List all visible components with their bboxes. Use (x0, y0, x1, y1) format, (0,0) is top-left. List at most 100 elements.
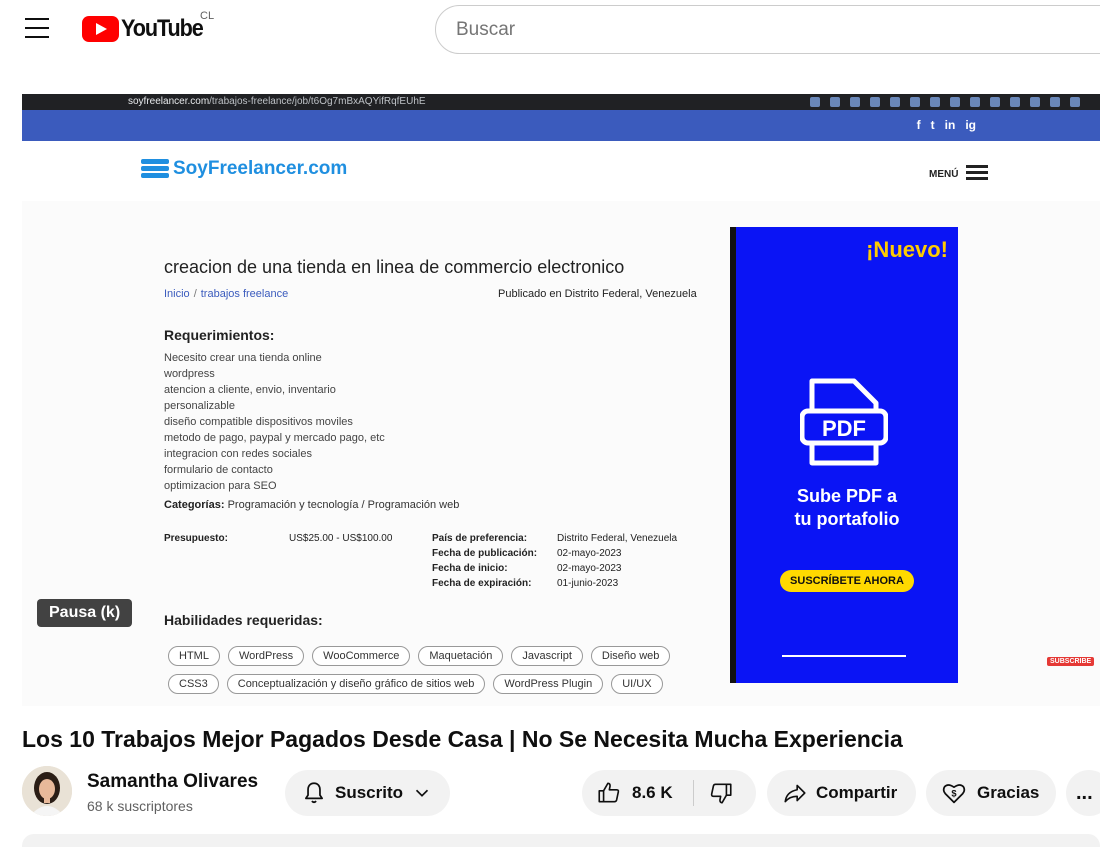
site-menu-icon (966, 165, 989, 183)
thumbs-up-icon (598, 782, 620, 803)
video-title: Los 10 Trabajos Mejor Pagados Desde Casa… (22, 726, 903, 752)
dislike-button[interactable] (694, 780, 734, 806)
linkedin-icon: in (944, 118, 956, 132)
detail-label: Fecha de inicio: (432, 563, 508, 574)
skill-chip: Javascript (511, 646, 583, 666)
more-actions-button[interactable]: ... (1066, 770, 1100, 816)
search-input[interactable] (435, 5, 1100, 54)
detail-label: Fecha de publicación: (432, 548, 538, 559)
site-menu: MENÚ (929, 165, 989, 183)
published-location: Publicado en Distrito Federal, Venezuela (498, 288, 697, 300)
more-icon: ... (1076, 781, 1093, 804)
detail-value: 02-mayo-2023 (557, 548, 622, 559)
skill-chip: WooCommerce (312, 646, 411, 666)
subscriber-count: 68 k suscriptores (87, 798, 193, 814)
promo-divider (782, 655, 906, 657)
list-item: personalizable (164, 400, 235, 412)
promo-text-line: tu portafolio (794, 509, 900, 529)
pause-tooltip: Pausa (k) (37, 599, 133, 627)
country-code: CL (200, 10, 215, 22)
list-item: wordpress (164, 368, 215, 380)
breadcrumb-home: Inicio (164, 288, 190, 300)
requirements-list: Necesito crear una tienda online wordpre… (164, 350, 385, 494)
skill-chip: Conceptualización y diseño gráfico de si… (226, 674, 486, 694)
thanks-label: Gracias (977, 783, 1040, 802)
details-labels: País de preferencia: Fecha de publicació… (432, 531, 537, 591)
svg-text:$: $ (951, 789, 957, 799)
bell-icon (305, 782, 323, 804)
thanks-button[interactable]: $ Gracias (926, 770, 1056, 816)
budget-label: Presupuesto: (164, 533, 228, 544)
youtube-play-icon (82, 16, 119, 42)
requirements-heading: Requerimientos: (164, 327, 275, 343)
skill-chip: UI/UX (611, 674, 663, 694)
detail-label: País de preferencia: (432, 533, 528, 544)
url-domain: soyfreelancer.com (128, 96, 210, 107)
brand-text: SoyFreelancer.com (173, 158, 348, 179)
promo-banner: ¡Nuevo! PDF Sube PDF a tu portafolio SUS… (730, 227, 958, 683)
site-brand: SoyFreelancer.com (141, 157, 347, 181)
chevron-down-icon (415, 789, 429, 797)
job-title: creacion de una tienda en linea de comme… (164, 257, 625, 277)
promo-text: Sube PDF a tu portafolio (736, 485, 958, 531)
description-box[interactable] (22, 834, 1100, 847)
browser-extension-icons (810, 97, 1080, 107)
list-item: formulario de contacto (164, 464, 273, 476)
breadcrumb: Inicio / trabajos freelance (164, 288, 289, 300)
list-item: atencion a cliente, envio, inventario (164, 384, 336, 396)
skill-chip: WordPress Plugin (493, 674, 604, 694)
share-button[interactable]: Compartir (767, 770, 916, 816)
categories-label: Categorías: (164, 499, 225, 511)
recorded-url: soyfreelancer.com/trabajos-freelance/job… (128, 96, 426, 107)
menu-icon[interactable] (25, 18, 49, 38)
categories: Categorías: Programación y tecnología / … (164, 499, 459, 511)
detail-label: Fecha de expiración: (432, 578, 532, 589)
menu-label: MENÚ (929, 168, 959, 180)
budget-value: US$25.00 - US$100.00 (289, 533, 393, 544)
skill-chip: Diseño web (590, 646, 671, 666)
avatar[interactable] (22, 766, 72, 816)
details-values: Distrito Federal, Venezuela 02-mayo-2023… (557, 531, 677, 591)
instagram-icon: ig (965, 118, 976, 132)
categories-value: Programación y tecnología / Programación… (227, 499, 460, 511)
recorded-browser-bar: soyfreelancer.com/trabajos-freelance/job… (22, 94, 1100, 110)
pdf-icon-label: PDF (822, 416, 866, 441)
skills-list: HTML WordPress WooCommerce Maquetación J… (168, 646, 688, 694)
heart-dollar-icon: $ (942, 784, 966, 804)
detail-value: 02-mayo-2023 (557, 563, 622, 574)
skill-chip: CSS3 (168, 674, 219, 694)
skill-chip: WordPress (227, 646, 305, 666)
video-player[interactable]: soyfreelancer.com/trabajos-freelance/job… (22, 94, 1100, 706)
budget-value-block: US$25.00 - US$100.00 (289, 531, 392, 546)
list-item: metodo de pago, paypal y mercado pago, e… (164, 432, 385, 444)
like-button[interactable]: 8.6 K (582, 770, 673, 816)
pdf-document-icon: PDF (800, 378, 888, 466)
promo-text-line: Sube PDF a (796, 486, 898, 506)
list-item: integracion con redes sociales (164, 448, 312, 460)
like-count: 8.6 K (632, 783, 673, 802)
logo-text: YouTube (121, 15, 204, 42)
channel-avatar-icon (22, 766, 72, 816)
subscribed-label: Suscrito (335, 783, 404, 802)
detail-value: 01-junio-2023 (557, 578, 619, 589)
youtube-logo[interactable]: YouTube (82, 15, 212, 43)
list-item: Necesito crear una tienda online (164, 352, 322, 364)
skill-chip: HTML (168, 646, 220, 666)
budget-block: Presupuesto: (164, 531, 228, 546)
list-item: diseño compatible dispositivos moviles (164, 416, 353, 428)
site-header: SoyFreelancer.com MENÚ (22, 141, 1100, 201)
thumbs-down-icon (710, 783, 732, 804)
promo-new-label: ¡Nuevo! (866, 237, 948, 262)
masthead: YouTube CL (0, 0, 1100, 60)
url-path: /trabajos-freelance/job/t6Og7mBxAQYifRqf… (209, 96, 426, 107)
brand-logo-icon (141, 157, 169, 181)
facebook-icon: f (916, 118, 921, 132)
twitter-icon: t (930, 118, 935, 132)
subscribe-watermark[interactable]: SUBSCRIBE (1047, 657, 1095, 666)
skill-chip: Maquetación (418, 646, 504, 666)
like-dislike-group: 8.6 K (582, 770, 756, 816)
channel-name[interactable]: Samantha Olivares (87, 771, 258, 793)
site-topbar: f t in ig (22, 110, 1100, 141)
subscribed-button[interactable]: Suscrito (285, 770, 450, 816)
skills-heading: Habilidades requeridas: (164, 612, 323, 628)
